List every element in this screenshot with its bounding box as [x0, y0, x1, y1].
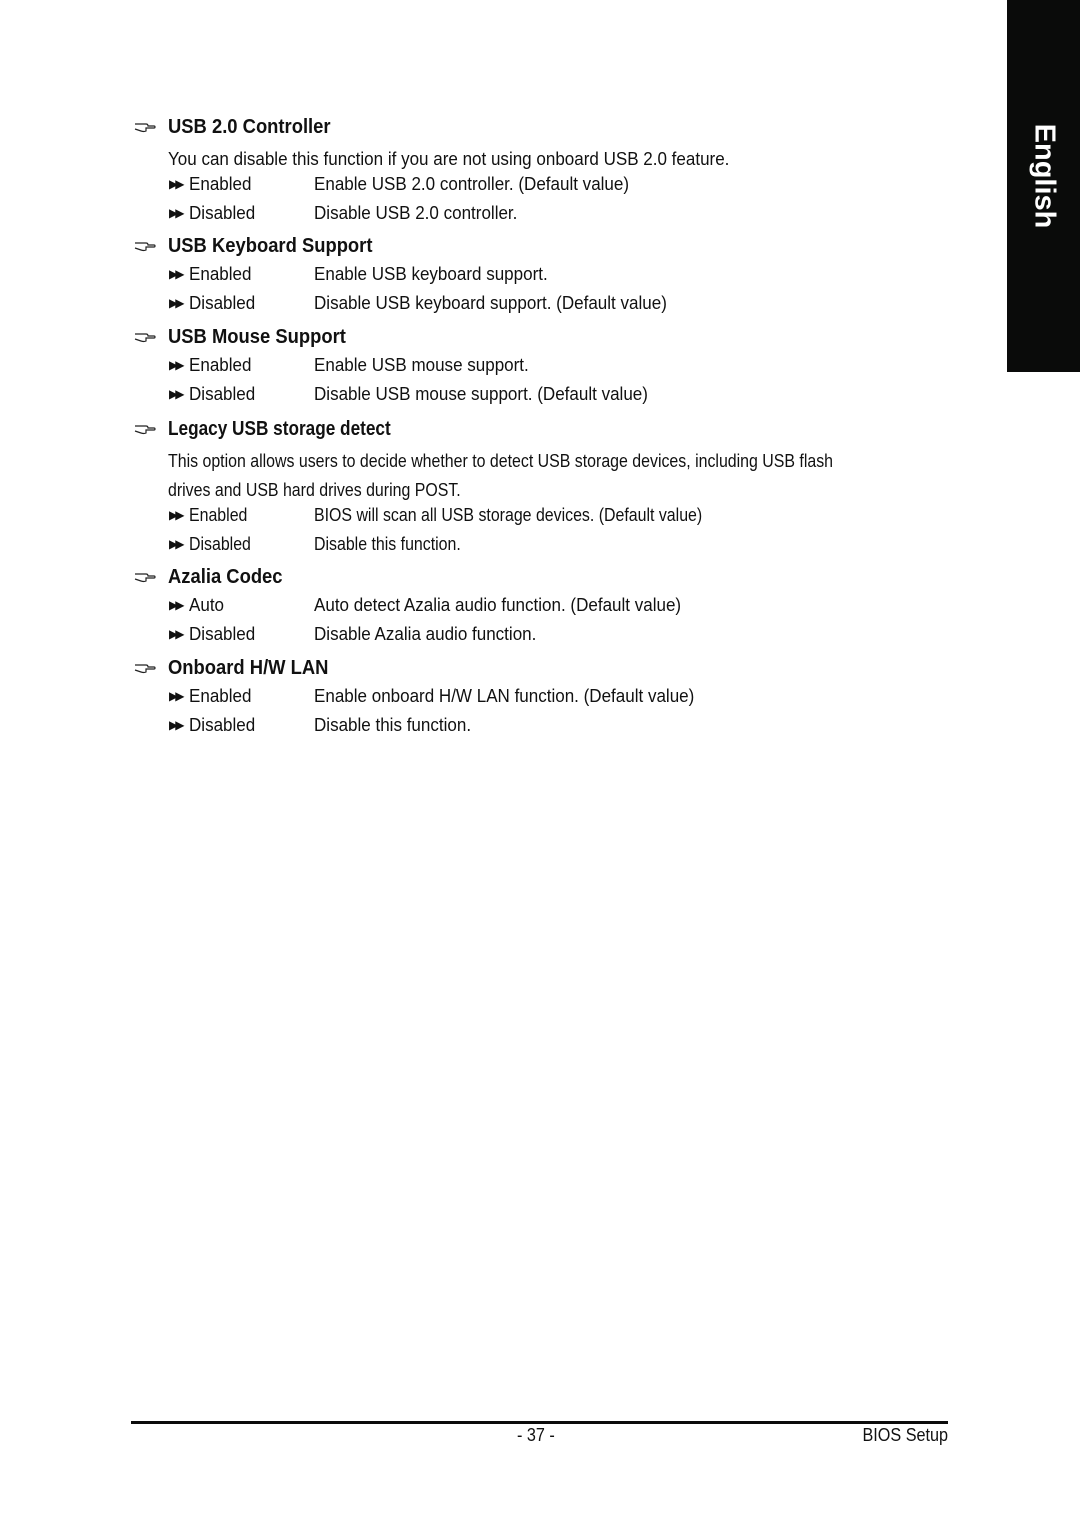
option-description: Disable this function. [314, 713, 472, 735]
section-title: Onboard H/W LAN [168, 657, 329, 679]
option-row: ▶▶ Enabled BIOS will scan all USB storage … [134, 504, 1028, 533]
double-arrow-icon: ▶▶ [169, 295, 185, 310]
double-arrow-icon: ▶▶ [169, 717, 185, 732]
option-name: Enabled [189, 263, 252, 284]
option-description: Disable Azalia audio function. [314, 622, 537, 644]
double-arrow-icon: ▶▶ [169, 689, 185, 703]
footer-divider [131, 1421, 948, 1424]
double-arrow-icon: ▶▶ [169, 626, 185, 641]
double-arrow-icon: ▶▶ [169, 598, 185, 612]
option-name: Disabled [189, 382, 256, 404]
option-description: Disable this function. [314, 532, 461, 554]
option-name: Disabled [189, 532, 251, 554]
section-description: This option allows users to decide wheth… [168, 450, 834, 500]
section-title: USB Mouse Support [168, 326, 346, 348]
option-description: Disable USB 2.0 controller. [314, 201, 518, 223]
option-description: BIOS will scan all USB storage devices. … [314, 504, 703, 525]
pointing-hand-icon [134, 333, 156, 343]
section-description: You can disable this function if you are… [168, 148, 730, 169]
double-arrow-icon: ▶▶ [169, 536, 185, 551]
section-legacy-usb-storage-detect: Legacy USB storage detect This option al… [134, 418, 1028, 561]
option-name: Enabled [189, 504, 248, 525]
option-row: ▶▶ Enabled Enable USB 2.0 controller. (Def… [134, 173, 1028, 202]
pointing-hand-icon [134, 242, 156, 252]
option-name: Enabled [189, 354, 252, 375]
section-title: Legacy USB storage detect [168, 418, 391, 440]
option-description: Disable USB mouse support. (Default valu… [314, 382, 648, 404]
double-arrow-icon: ▶▶ [169, 358, 185, 372]
pointing-hand-icon [134, 664, 156, 674]
pointing-hand-icon [134, 123, 156, 133]
option-name: Disabled [189, 201, 256, 223]
double-arrow-icon: ▶▶ [169, 177, 185, 191]
section-title: Azalia Codec [168, 566, 283, 588]
footer-section-title: BIOS Setup [862, 1425, 948, 1445]
language-tab-label: English [1028, 123, 1060, 229]
pointing-hand-icon [134, 573, 156, 583]
option-description: Enable USB 2.0 controller. (Default valu… [314, 173, 630, 194]
option-name: Disabled [189, 713, 256, 735]
option-name: Disabled [189, 622, 256, 644]
option-description: Auto detect Azalia audio function. (Defa… [314, 594, 682, 615]
double-arrow-icon: ▶▶ [169, 386, 185, 401]
option-description: Enable USB keyboard support. [314, 263, 548, 284]
option-row: ▶▶ Disabled Disable this function. [134, 533, 1028, 562]
double-arrow-icon: ▶▶ [169, 267, 185, 281]
option-name: Auto [189, 594, 225, 615]
option-description: Enable USB mouse support. [314, 354, 529, 375]
option-description: Disable USB keyboard support. (Default v… [314, 291, 667, 313]
section-title: USB 2.0 Controller [168, 116, 331, 138]
section-heading: USB 2.0 Controller [134, 116, 1028, 144]
double-arrow-icon: ▶▶ [169, 508, 185, 522]
section-usb-2-controller: USB 2.0 Controller You can disable this … [134, 116, 1028, 230]
page-number: - 37 - [517, 1425, 555, 1445]
pointing-hand-icon [134, 425, 156, 435]
option-name: Enabled [189, 685, 252, 706]
option-row: ▶▶ Disabled Disable USB 2.0 controller. [134, 202, 1028, 231]
section-heading: Legacy USB storage detect [134, 418, 1028, 446]
option-name: Disabled [189, 291, 256, 313]
option-description: Enable onboard H/W LAN function. (Defaul… [314, 685, 695, 706]
section-title: USB Keyboard Support [168, 235, 373, 257]
option-name: Enabled [189, 173, 252, 194]
double-arrow-icon: ▶▶ [169, 205, 185, 220]
